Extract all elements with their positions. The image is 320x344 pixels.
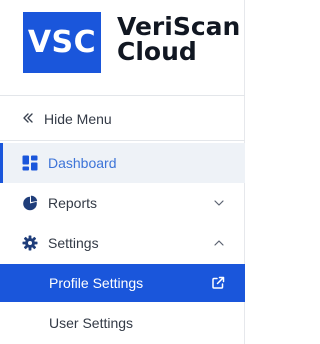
- sidebar-item-settings[interactable]: Settings: [0, 223, 245, 263]
- dashboard-icon: [22, 155, 38, 171]
- hide-menu-button[interactable]: Hide Menu: [0, 97, 245, 141]
- sidebar-subitem-user-settings[interactable]: User Settings: [0, 304, 245, 342]
- brand-name: VeriScan Cloud: [117, 14, 240, 64]
- brand-name-line1: VeriScan: [117, 12, 241, 41]
- brand-name-line2: Cloud: [117, 37, 197, 66]
- logo[interactable]: VSC: [23, 12, 101, 73]
- sidebar-subitem-label: Profile Settings: [49, 275, 144, 291]
- brand-header: VSC VeriScan Cloud: [0, 0, 245, 96]
- hide-menu-label: Hide Menu: [44, 110, 112, 127]
- chevron-up-icon: [214, 240, 224, 246]
- sidebar-item-reports[interactable]: Reports: [0, 183, 245, 223]
- sidebar-subitem-label: User Settings: [49, 315, 134, 331]
- pie-chart-icon: [23, 195, 38, 211]
- external-link-icon: [212, 276, 225, 289]
- gear-icon: [22, 235, 38, 251]
- sidebar-item-label: Settings: [48, 235, 99, 251]
- sidebar-subitem-profile-settings[interactable]: Profile Settings: [0, 264, 245, 302]
- sidebar: VSC VeriScan Cloud Hide Menu Dashboard R…: [0, 0, 245, 344]
- double-chevron-left-icon: [23, 113, 33, 123]
- sidebar-item-label: Reports: [48, 195, 98, 211]
- logo-text: VSC: [27, 25, 97, 60]
- sidebar-item-label: Dashboard: [48, 155, 117, 171]
- chevron-down-icon: [214, 200, 224, 206]
- sidebar-item-dashboard[interactable]: Dashboard: [0, 143, 245, 183]
